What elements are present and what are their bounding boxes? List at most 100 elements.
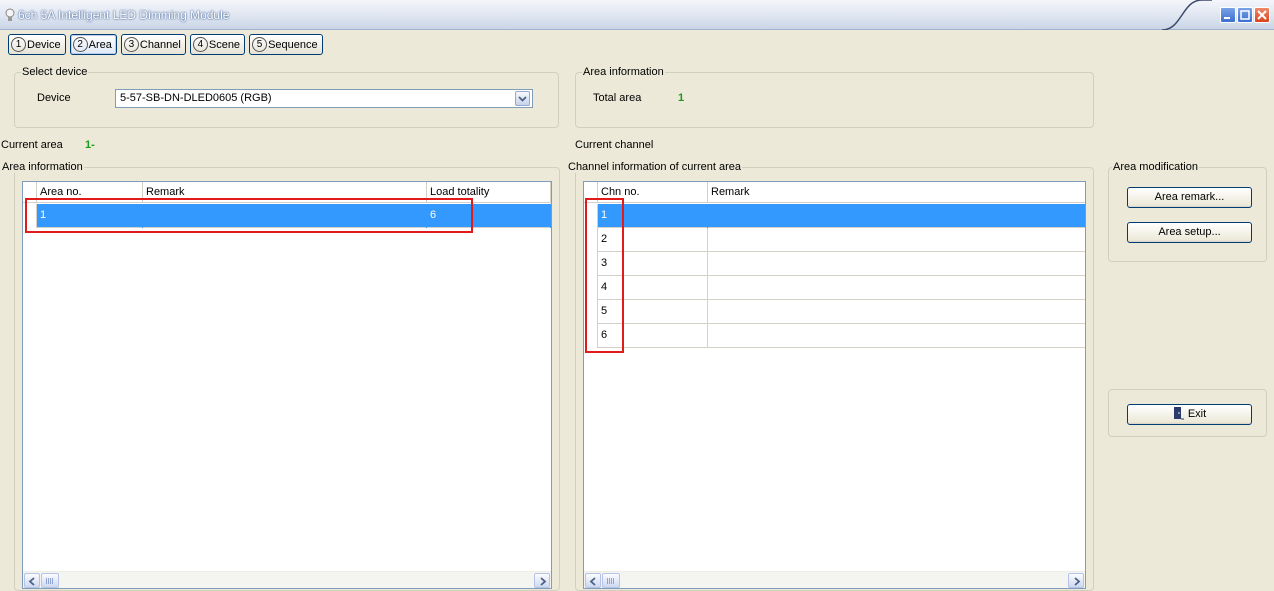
- chn-no-cell[interactable]: 1: [598, 204, 708, 228]
- table-row[interactable]: 6: [584, 324, 1085, 348]
- minimize-icon: [1224, 17, 1230, 19]
- row-header-corner: [584, 182, 598, 203]
- current-channel-label: Current channel: [575, 139, 654, 151]
- scroll-thumb[interactable]: [41, 573, 59, 588]
- group-legend: Channel information of current area: [567, 161, 743, 173]
- row-header[interactable]: [23, 204, 37, 228]
- tab-device[interactable]: 1 Device: [8, 34, 66, 55]
- title-tab-curve: [1162, 0, 1212, 30]
- column-header[interactable]: Chn no.: [598, 182, 708, 203]
- tab-label: Scene: [208, 38, 241, 51]
- remark-cell[interactable]: [708, 300, 1085, 324]
- table-row[interactable]: 2: [584, 228, 1085, 252]
- scroll-left-button[interactable]: [585, 573, 601, 588]
- exit-label: Exit: [1187, 408, 1207, 420]
- tab-label: Device: [27, 38, 61, 51]
- chevron-down-icon: [518, 96, 527, 102]
- table-row[interactable]: 3: [584, 252, 1085, 276]
- minimize-button[interactable]: [1220, 7, 1236, 23]
- bulb-icon: [5, 8, 15, 21]
- tab-number: 3: [123, 37, 139, 52]
- area-no-cell[interactable]: 1: [37, 204, 143, 228]
- arrow-right-icon: [1074, 577, 1081, 586]
- scroll-right-button[interactable]: [534, 573, 550, 588]
- tab-label: Sequence: [268, 38, 318, 51]
- remark-cell[interactable]: [708, 228, 1085, 252]
- current-area-label: Current area: [1, 139, 63, 151]
- area-modification-group: Area modification: [1108, 161, 1267, 262]
- device-select-value: 5-57-SB-DN-DLED0605 (RGB): [120, 92, 272, 104]
- chn-no-cell[interactable]: 2: [598, 228, 708, 252]
- tab-scene[interactable]: 4 Scene: [189, 34, 246, 55]
- area-setup-button[interactable]: Area setup...: [1127, 222, 1252, 243]
- table-row[interactable]: 4: [584, 276, 1085, 300]
- table-header: Area no. Remark Load totality: [23, 182, 551, 203]
- total-area-value: 1: [678, 92, 685, 104]
- client-area: 1 Device 2 Area 3 Channel 4 Scene 5 Sequ…: [0, 31, 1274, 591]
- arrow-left-icon: [28, 577, 35, 586]
- remark-cell[interactable]: [708, 324, 1085, 348]
- dropdown-button[interactable]: [515, 91, 530, 106]
- column-header[interactable]: Load totality: [427, 182, 551, 203]
- row-header-corner: [23, 182, 37, 203]
- area-info-summary-group: Area information: [575, 66, 1094, 128]
- window-title: 6ch 5A Intelligent LED Dimming Module: [18, 8, 230, 22]
- remark-cell[interactable]: [708, 276, 1085, 300]
- chn-no-cell[interactable]: 5: [598, 300, 708, 324]
- row-header[interactable]: [584, 204, 598, 228]
- table-row[interactable]: 5: [584, 300, 1085, 324]
- remark-cell[interactable]: [143, 204, 427, 228]
- channel-table: Chn no. Remark 1 2 3 4 5 6: [583, 181, 1086, 589]
- table-row[interactable]: 1: [584, 204, 1085, 228]
- load-totality-cell[interactable]: 6: [427, 204, 551, 228]
- column-header[interactable]: Area no.: [37, 182, 143, 203]
- horizontal-scrollbar[interactable]: [584, 571, 1085, 588]
- row-header[interactable]: [584, 324, 598, 348]
- group-legend: Area information: [1, 161, 84, 173]
- group-legend: Select device: [21, 66, 89, 78]
- tab-number: 5: [252, 37, 268, 52]
- device-label: Device: [37, 92, 71, 104]
- remark-cell[interactable]: [708, 252, 1085, 276]
- maximize-icon: [1240, 10, 1250, 20]
- area-table: Area no. Remark Load totality 1 6: [22, 181, 552, 589]
- tab-label: Area: [88, 38, 112, 51]
- exit-button[interactable]: Exit: [1127, 404, 1252, 425]
- chn-no-cell[interactable]: 4: [598, 276, 708, 300]
- chn-no-cell[interactable]: 3: [598, 252, 708, 276]
- table-row[interactable]: 1 6: [23, 204, 551, 228]
- device-select[interactable]: 5-57-SB-DN-DLED0605 (RGB): [115, 89, 533, 108]
- tab-channel[interactable]: 3 Channel: [120, 34, 186, 55]
- tab-area[interactable]: 2 Area: [69, 34, 117, 55]
- tab-number: 2: [72, 37, 88, 52]
- title-bar: 6ch 5A Intelligent LED Dimming Module: [0, 0, 1274, 30]
- tab-number: 1: [11, 37, 26, 52]
- remark-cell[interactable]: [708, 204, 1085, 228]
- total-area-label: Total area: [593, 92, 642, 104]
- close-button[interactable]: [1254, 7, 1270, 23]
- tab-label: Channel: [139, 38, 181, 51]
- row-header[interactable]: [584, 252, 598, 276]
- row-header[interactable]: [584, 300, 598, 324]
- grip-icon: [46, 578, 54, 584]
- maximize-button[interactable]: [1237, 7, 1253, 23]
- table-header: Chn no. Remark: [584, 182, 1085, 203]
- exit-door-icon: [1173, 407, 1184, 420]
- chn-no-cell[interactable]: 6: [598, 324, 708, 348]
- area-remark-button[interactable]: Area remark...: [1127, 187, 1252, 208]
- arrow-left-icon: [589, 577, 596, 586]
- scroll-thumb[interactable]: [602, 573, 620, 588]
- scroll-left-button[interactable]: [24, 573, 40, 588]
- horizontal-scrollbar[interactable]: [23, 571, 551, 588]
- scroll-right-button[interactable]: [1068, 573, 1084, 588]
- arrow-right-icon: [540, 577, 547, 586]
- column-header[interactable]: Remark: [143, 182, 427, 203]
- tab-sequence[interactable]: 5 Sequence: [249, 34, 323, 55]
- grip-icon: [607, 578, 615, 584]
- row-header[interactable]: [584, 228, 598, 252]
- row-header[interactable]: [584, 276, 598, 300]
- current-area-value: 1-: [85, 139, 95, 151]
- tab-number: 4: [192, 37, 208, 52]
- column-header[interactable]: Remark: [708, 182, 1085, 203]
- group-legend: Area modification: [1112, 161, 1199, 173]
